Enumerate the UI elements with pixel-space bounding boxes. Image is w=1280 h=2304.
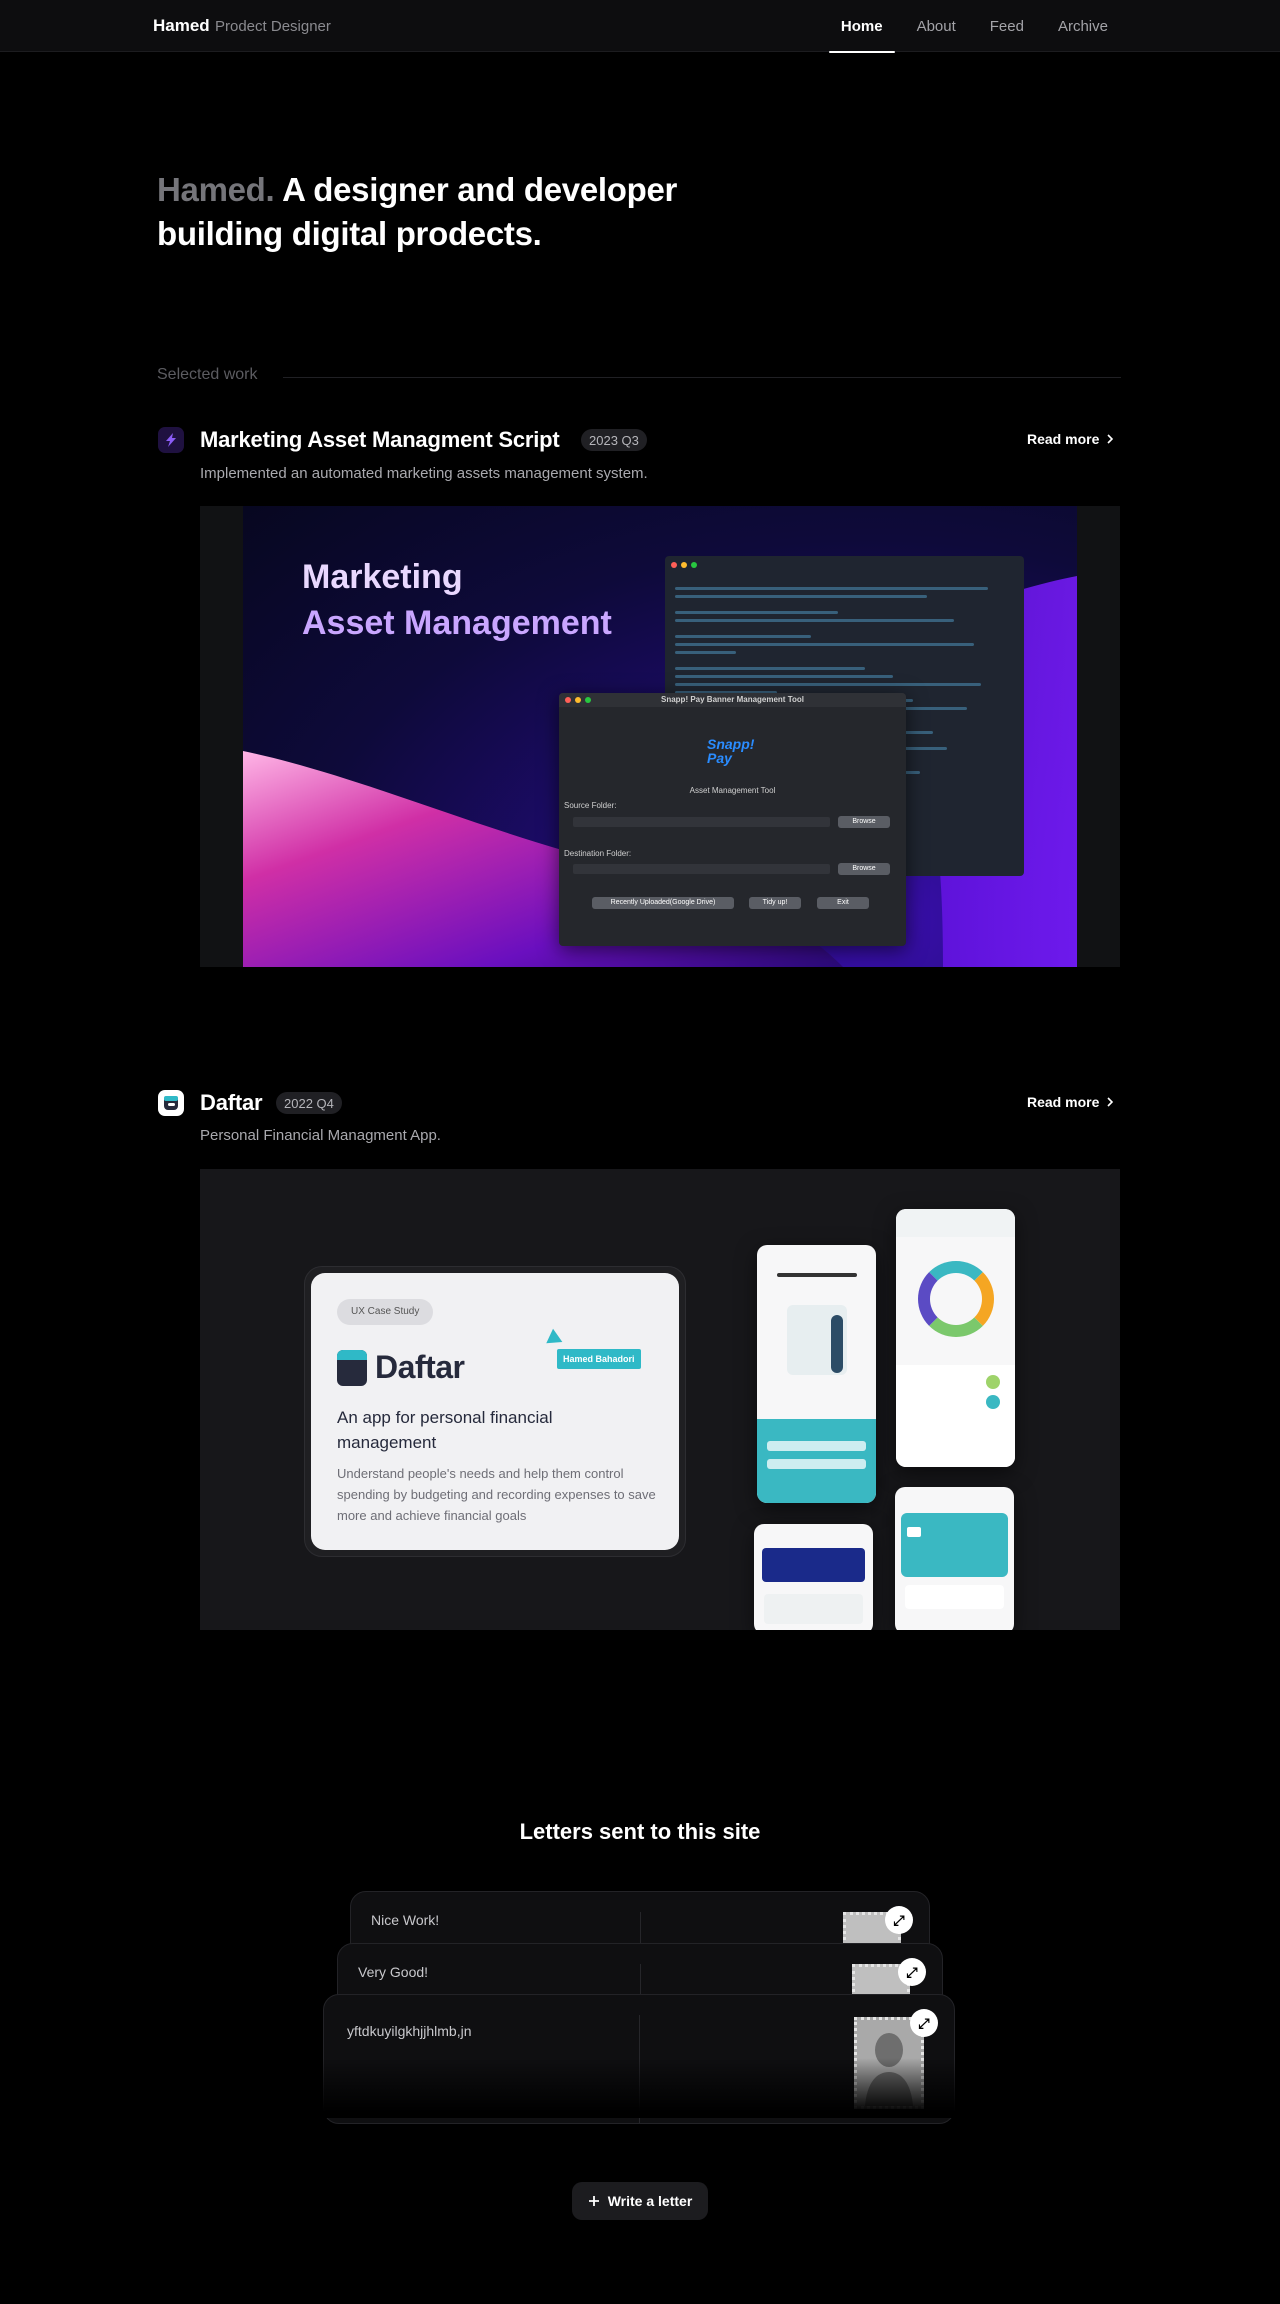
window-controls <box>565 697 591 703</box>
section-divider <box>283 377 1121 378</box>
snapp-logo-line1: Snapp! <box>707 736 755 752</box>
pointer-cursor-icon <box>546 1328 566 1350</box>
top-navigation: Hamed Prodect Designer Home About Feed A… <box>0 0 1280 53</box>
asset-tool-window: Snapp! Pay Banner Management Tool Snapp!… <box>559 693 906 946</box>
daftar-card-body: Understand people's needs and help them … <box>337 1466 656 1523</box>
expand-icon[interactable]: ⤢ <box>885 1906 913 1934</box>
snapp-pay-logo: Snapp! Pay <box>707 737 754 765</box>
daftar-card-heading: An app for personal financial management <box>337 1408 553 1452</box>
project-badge-marketing: 2023 Q3 <box>581 429 647 451</box>
nav-link-home[interactable]: Home <box>828 0 895 53</box>
nav-link-feed[interactable]: Feed <box>978 0 1036 52</box>
chevron-right-icon <box>1107 1097 1114 1107</box>
daftar-case-study-card: UX Case Study Hamed Bahadori Daftar An a… <box>311 1273 679 1550</box>
read-more-label: Read more <box>1027 431 1100 447</box>
daftar-project-icon <box>158 1090 184 1116</box>
project-title-marketing[interactable]: Marketing Asset Managment Script <box>200 427 560 453</box>
browse-source-button: Browse <box>838 816 890 828</box>
window-controls <box>671 562 697 568</box>
expand-icon[interactable]: ⤢ <box>898 1958 926 1986</box>
expand-icon[interactable]: ⤢ <box>910 2009 938 2037</box>
letter-text: Nice Work! <box>371 1912 440 1928</box>
nav-link-about[interactable]: About <box>905 0 968 52</box>
snapp-logo-line2: Pay <box>707 750 732 766</box>
source-folder-label: Source Folder: <box>564 801 617 810</box>
write-letter-button[interactable]: Write a letter <box>572 2182 708 2220</box>
project-badge-daftar: 2022 Q4 <box>276 1092 342 1114</box>
browse-destination-button: Browse <box>838 863 890 875</box>
letters-fade-overlay <box>320 2058 960 2118</box>
asset-tool-titlebar: Snapp! Pay Banner Management Tool <box>559 693 906 707</box>
daftar-logo-icon <box>337 1349 367 1386</box>
source-folder-field <box>573 817 830 827</box>
read-more-daftar-link[interactable]: Read more <box>1027 1094 1115 1110</box>
daftar-logo-text: Daftar <box>375 1349 465 1385</box>
project-description-daftar: Personal Financial Managment App. <box>200 1127 441 1144</box>
marketing-headline-line2: Asset Management <box>302 604 612 642</box>
chevron-right-icon <box>1107 434 1114 444</box>
letters-heading: Letters sent to this site <box>519 1819 761 1844</box>
marketing-headline: Marketing Asset Management <box>302 554 612 646</box>
destination-folder-label: Destination Folder: <box>564 849 632 858</box>
marketing-project-image[interactable]: Marketing Asset Management Snapp! Pay Ba… <box>200 506 1120 967</box>
phone-mockup-onboarding <box>757 1245 876 1503</box>
destination-folder-field <box>573 864 830 874</box>
recently-uploaded-button: Recently Uploaded(Google Drive) <box>592 897 734 909</box>
letter-text: Very Good! <box>358 1964 429 1980</box>
nav-link-archive[interactable]: Archive <box>1046 0 1120 52</box>
brand-subtitle: Prodect Designer <box>215 18 331 35</box>
phone-mockup-bank-card <box>895 1487 1014 1630</box>
marketing-headline-line1: Marketing <box>302 558 463 596</box>
nav-links: Home About Feed Archive <box>828 0 1120 53</box>
hero-heading: Hamed. A designer and developer building… <box>157 168 777 256</box>
exit-button: Exit <box>817 897 869 909</box>
phone-mockup-wallet <box>754 1524 873 1630</box>
write-letter-label: Write a letter <box>607 2193 693 2209</box>
phone-mockup-report <box>896 1209 1015 1467</box>
read-more-label: Read more <box>1027 1094 1100 1110</box>
hero-name: Hamed. <box>157 171 275 208</box>
read-more-marketing-link[interactable]: Read more <box>1027 431 1115 447</box>
selected-work-heading: Selected work <box>157 366 258 383</box>
marketing-background: Marketing Asset Management Snapp! Pay Ba… <box>243 506 1077 967</box>
project-title-daftar[interactable]: Daftar <box>200 1090 263 1116</box>
tidy-up-button: Tidy up! <box>749 897 801 909</box>
daftar-logo: Daftar <box>337 1349 465 1386</box>
daftar-project-image[interactable]: UX Case Study Hamed Bahadori Daftar An a… <box>200 1169 1120 1630</box>
plus-icon <box>588 2196 599 2206</box>
brand-name[interactable]: Hamed <box>153 16 210 36</box>
letter-text: yftdkuyilgkhjjhlmb,jn <box>347 2023 472 2039</box>
asset-tool-subtitle: Asset Management Tool <box>689 786 776 795</box>
ux-case-study-chip: UX Case Study <box>337 1299 434 1325</box>
marketing-project-icon <box>158 427 184 453</box>
designer-name-tag: Hamed Bahadori <box>557 1349 641 1369</box>
project-description-marketing: Implemented an automated marketing asset… <box>200 465 648 482</box>
